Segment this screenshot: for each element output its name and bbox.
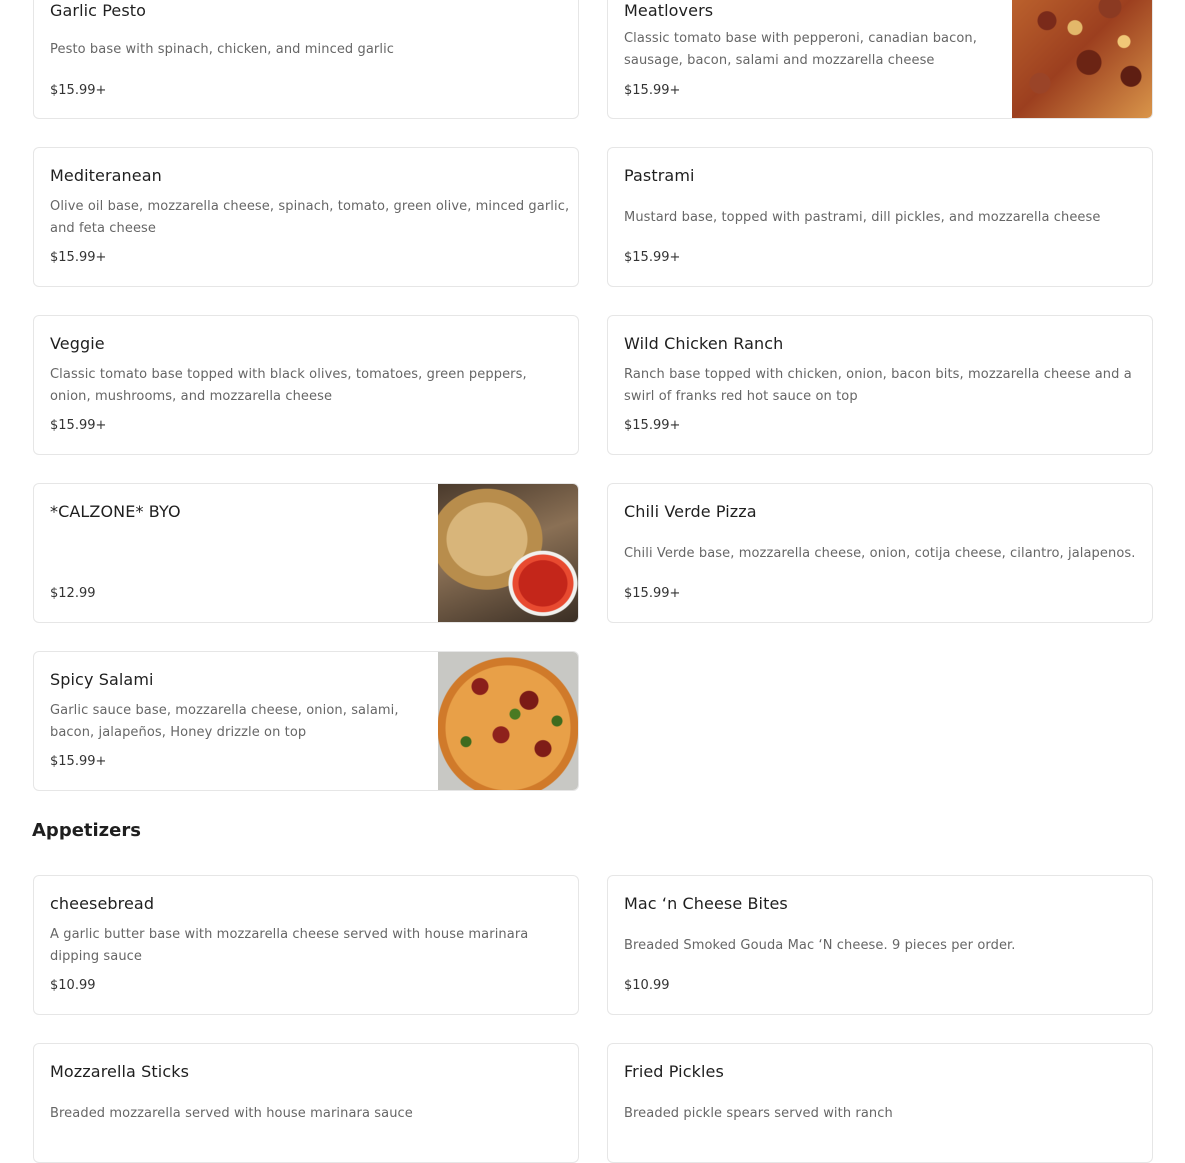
menu-item-price: $15.99+ — [624, 586, 681, 601]
menu-item-card[interactable]: Pastrami Mustard base, topped with pastr… — [607, 147, 1153, 287]
menu-item-description: Mustard base, topped with pastrami, dill… — [624, 210, 1101, 225]
menu-item-price: $15.99+ — [624, 418, 681, 433]
menu-item-price: $12.99 — [50, 586, 96, 601]
menu-item-name: Fried Pickles — [624, 1062, 724, 1081]
menu-item-name: Chili Verde Pizza — [624, 502, 757, 521]
menu-item-card[interactable]: Chili Verde Pizza Chili Verde base, mozz… — [607, 483, 1153, 623]
menu-item-description: Breaded Smoked Gouda Mac ‘N cheese. 9 pi… — [624, 938, 1016, 953]
menu-item-card[interactable]: Wild Chicken Ranch Ranch base topped wit… — [607, 315, 1153, 455]
menu-item-name: *CALZONE* BYO — [50, 502, 181, 521]
menu-item-card[interactable]: cheesebread A garlic butter base with mo… — [33, 875, 579, 1015]
menu-item-description: Classic tomato base topped with black ol… — [50, 367, 527, 404]
menu-item-card[interactable]: Mac ‘n Cheese Bites Breaded Smoked Gouda… — [607, 875, 1153, 1015]
menu-item-card[interactable]: Spicy Salami Garlic sauce base, mozzarel… — [33, 651, 579, 791]
menu-item-name: Garlic Pesto — [50, 1, 147, 20]
menu-item-name: Spicy Salami — [50, 670, 154, 689]
menu-item-description: Classic tomato base with pepperoni, cana… — [624, 31, 977, 68]
menu-item-description: Garlic sauce base, mozzarella cheese, on… — [50, 703, 399, 740]
menu-item-card[interactable]: Mediteranean Olive oil base, mozzarella … — [33, 147, 579, 287]
menu-item-name: Meatlovers — [624, 1, 714, 20]
menu-item-price: $10.99 — [624, 978, 670, 993]
menu-item-card[interactable]: Meatlovers Classic tomato base with pepp… — [607, 0, 1153, 119]
menu-item-name: Mac ‘n Cheese Bites — [624, 894, 788, 913]
menu-item-card[interactable]: Fried Pickles Breaded pickle spears serv… — [607, 1043, 1153, 1163]
menu-item-card[interactable]: Mozzarella Sticks Breaded mozzarella ser… — [33, 1043, 579, 1163]
menu-item-card[interactable]: *CALZONE* BYO $12.99 — [33, 483, 579, 623]
section-title-appetizers: Appetizers — [32, 820, 141, 841]
menu-item-description: A garlic butter base with mozzarella che… — [50, 927, 529, 964]
spicy-salami-photo — [438, 652, 578, 790]
menu-item-description: Pesto base with spinach, chicken, and mi… — [50, 42, 395, 57]
menu-item-description: Breaded pickle spears served with ranch — [624, 1106, 893, 1121]
menu-item-price: $15.99+ — [50, 250, 107, 265]
menu-item-name: Mediteranean — [50, 166, 162, 185]
calzone-photo — [438, 484, 578, 622]
menu-item-name: Pastrami — [624, 166, 695, 185]
menu-item-price: $10.99 — [50, 978, 96, 993]
menu-item-price: $15.99+ — [624, 83, 681, 98]
menu-item-price: $15.99+ — [50, 754, 107, 769]
menu-item-card[interactable]: Garlic Pesto Pesto base with spinach, ch… — [33, 0, 579, 119]
menu-item-price: $15.99+ — [50, 83, 107, 98]
menu-item-name: Veggie — [50, 334, 105, 353]
menu-item-name: cheesebread — [50, 894, 155, 913]
menu-item-price: $15.99+ — [624, 250, 681, 265]
menu-item-description: Olive oil base, mozzarella cheese, spina… — [50, 199, 570, 236]
menu-item-name: Mozzarella Sticks — [50, 1062, 190, 1081]
menu-item-description: Chili Verde base, mozzarella cheese, oni… — [624, 546, 1136, 561]
menu-item-description: Breaded mozzarella served with house mar… — [50, 1106, 413, 1121]
menu-item-description: Ranch base topped with chicken, onion, b… — [624, 367, 1132, 404]
menu-item-price: $15.99+ — [50, 418, 107, 433]
menu-item-card[interactable]: Veggie Classic tomato base topped with b… — [33, 315, 579, 455]
menu-item-name: Wild Chicken Ranch — [624, 334, 784, 353]
meatlovers-photo — [1012, 0, 1152, 118]
